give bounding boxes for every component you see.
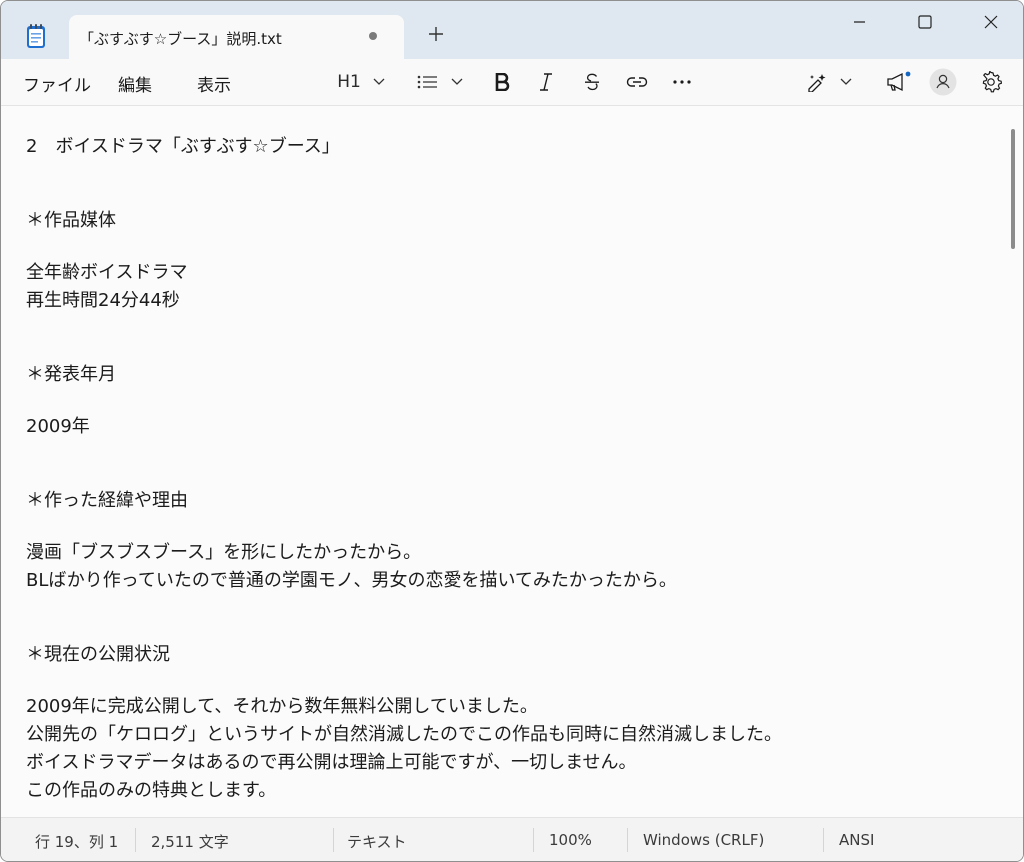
maximize-button[interactable] [905,9,945,37]
account-button[interactable] [929,67,957,97]
text-line: 全年齢ボイスドラマ [26,262,188,283]
tab-title: 「ぶすぶす☆ブース」説明.txt [79,30,282,48]
new-tab-button[interactable] [425,25,447,49]
more-button[interactable] [669,67,695,97]
status-bar: 行 19、列 1 2,511 文字 テキスト 100% Windows (CRL… [1,817,1023,861]
chevron-down-icon [373,78,385,85]
heading-label: H1 [337,72,361,92]
text-line: 公開先の「ケロログ」というサイトが自然消滅したのでこの作品も同時に自然消滅しまし… [26,724,782,745]
maximize-icon [918,15,932,29]
text-line: 2 ボイスドラマ「ぶすぶす☆ブース」 [26,136,340,157]
bold-icon [495,73,510,91]
text-line: ＊作った経緯や理由 [26,490,188,511]
text-editor[interactable]: 2 ボイスドラマ「ぶすぶす☆ブース」 ＊作品媒体 全年齢ボイスドラマ 再生時間2… [1,106,1007,816]
strikethrough-icon [585,73,599,91]
text-line: この作品のみの特典とします。 [26,780,277,801]
status-divider [533,828,534,852]
file-format[interactable]: テキスト [347,831,407,852]
zoom-level[interactable]: 100% [549,831,592,849]
text-line: ＊現在の公開状況 [26,644,170,665]
text-line: ボイスドラマデータはあるので再公開は理論上可能ですが、一切しません。 [26,752,637,773]
italic-icon [540,73,552,91]
link-button[interactable] [623,67,651,97]
minimize-button[interactable] [839,9,879,37]
menu-view[interactable]: 表示 [197,71,231,96]
text-line: 2009年 [26,416,90,437]
list-dropdown[interactable] [415,67,465,97]
menu-edit[interactable]: 編集 [118,71,152,96]
strikethrough-button[interactable] [579,67,605,97]
character-count: 2,511 文字 [151,833,229,851]
status-divider [135,828,136,852]
notepad-window: 「ぶすぶす☆ブース」説明.txt ファイル 編集 表示 H1 2 ボイスドラマ「… [0,0,1024,862]
line-ending[interactable]: Windows (CRLF) [643,831,764,849]
status-divider [627,828,628,852]
text-line: BLばかり作っていたので普通の学園モノ、男女の恋愛を描いてみたかったから。 [26,570,677,591]
italic-button[interactable] [533,67,559,97]
close-icon [984,15,998,29]
gear-icon [982,71,1002,93]
scrollbar-thumb[interactable] [1011,129,1015,249]
close-button[interactable] [971,9,1011,37]
menu-file[interactable]: ファイル [23,71,91,96]
list-icon [417,75,437,89]
menu-bar: ファイル 編集 表示 H1 [1,59,1023,106]
feedback-button[interactable] [883,67,913,97]
copilot-icon [808,74,826,92]
text-line: 2009年に完成公開して、それから数年無料公開していました。 [26,696,538,717]
copilot-dropdown[interactable] [803,67,855,97]
notepad-icon [25,23,47,49]
status-divider [823,828,824,852]
text-line: 再生時間24分44秒 [26,290,180,311]
chevron-down-icon [840,78,852,85]
more-icon [673,80,691,84]
vertical-scrollbar[interactable] [1007,106,1023,816]
settings-button[interactable] [977,67,1005,97]
status-divider [333,828,334,852]
plus-icon [429,27,443,41]
cursor-position: 行 19、列 1 [35,833,119,851]
tab-document[interactable]: 「ぶすぶす☆ブース」説明.txt [69,15,404,59]
text-line: 漫画「ブスブスブース」を形にしたかったから。 [26,542,422,563]
text-line: ＊発表年月 [26,364,116,385]
megaphone-icon [887,71,911,92]
minimize-icon [854,21,865,23]
account-icon [929,68,957,96]
text-line: ＊作品媒体 [26,210,116,231]
title-bar: 「ぶすぶす☆ブース」説明.txt [1,1,1023,59]
chevron-down-icon [451,78,463,85]
heading-dropdown[interactable]: H1 [335,67,387,97]
encoding[interactable]: ANSI [839,831,874,849]
unsaved-dot-icon[interactable] [369,32,377,40]
bold-button[interactable] [489,67,515,97]
link-icon [626,77,648,87]
